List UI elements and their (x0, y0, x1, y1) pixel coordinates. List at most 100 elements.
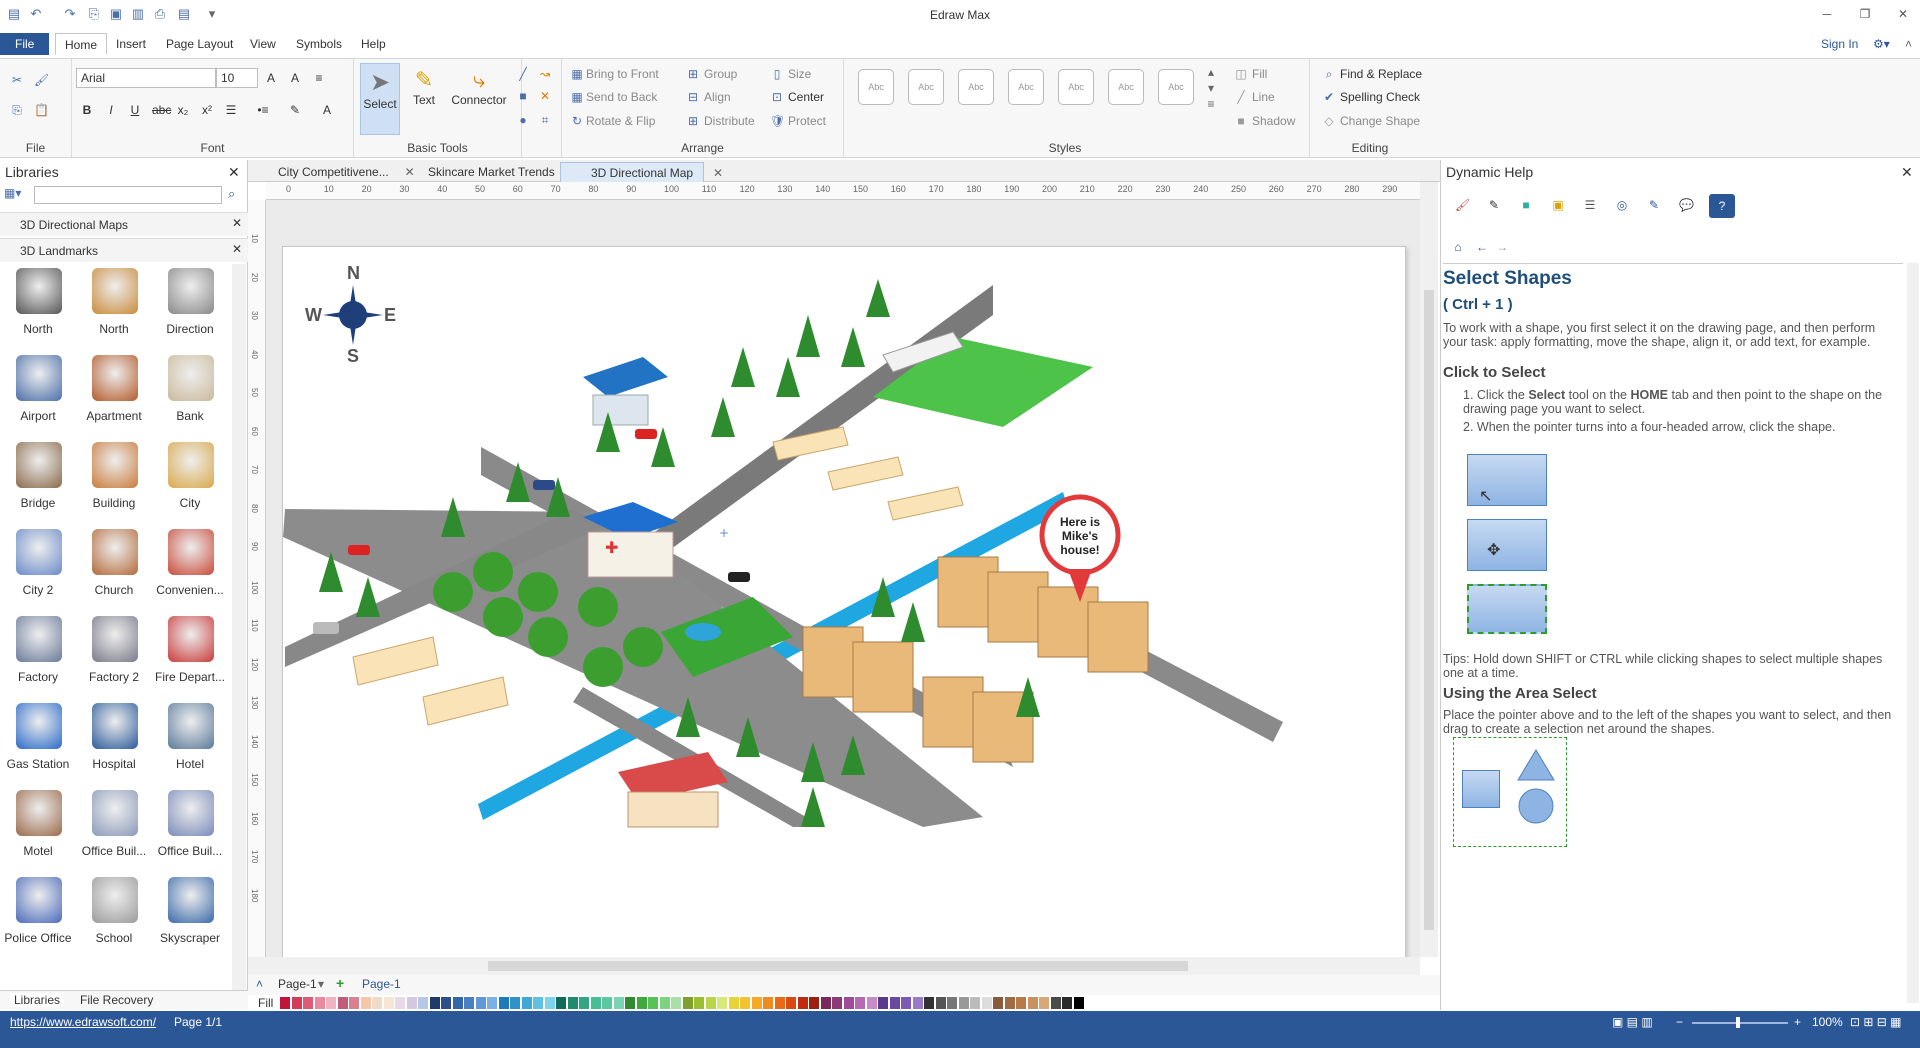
website-link[interactable]: https://www.edrawsoft.com/ (10, 1015, 156, 1029)
help-scrollbar[interactable] (1907, 263, 1919, 1003)
text-align-icon[interactable]: ≡ (312, 71, 326, 85)
page-dropdown-icon[interactable]: ▾ (318, 977, 324, 991)
vertical-scroll-thumb[interactable] (1424, 290, 1434, 930)
page-tab[interactable]: Page-1 (362, 977, 401, 991)
bold-icon[interactable]: B (80, 103, 94, 117)
spelling-check-button[interactable]: Spelling Check (1340, 90, 1420, 104)
curve-icon[interactable]: ↝ (538, 67, 552, 81)
library-shape[interactable]: Hospital (78, 699, 150, 785)
pencil-icon[interactable]: ✕ (538, 89, 552, 103)
doc-tab-city[interactable]: City Competitivene... ✕ (248, 162, 415, 182)
view-mode-icons[interactable]: ▣ ▤ ▥ (1612, 1015, 1653, 1029)
canvas-vertical-scrollbar[interactable] (1420, 182, 1438, 957)
zoom-in-icon[interactable]: + (1794, 1015, 1801, 1029)
color-swatch[interactable] (372, 997, 382, 1009)
page-icon[interactable]: ▣ (1551, 198, 1565, 212)
tab-libraries[interactable]: Libraries (10, 993, 65, 1007)
library-shape[interactable]: Building (78, 438, 150, 524)
collapse-ribbon-icon[interactable]: ˄ (1896, 33, 1920, 55)
zoom-slider-thumb[interactable] (1736, 1017, 1740, 1028)
zoom-out-icon[interactable]: − (1676, 1015, 1683, 1029)
library-shape[interactable]: Motel (2, 786, 74, 872)
change-shape-button[interactable]: Change Shape (1340, 114, 1420, 128)
tab-insert[interactable]: Insert (107, 33, 155, 55)
color-swatch[interactable] (855, 997, 865, 1009)
connector-tool-button[interactable]: ⤷ Connector (448, 63, 510, 135)
maximize-button[interactable]: ❐ (1850, 4, 1880, 24)
color-swatch[interactable] (682, 997, 693, 1009)
forward-icon[interactable]: → (1495, 240, 1509, 254)
color-swatch[interactable] (510, 997, 520, 1009)
notes-icon[interactable]: ✎ (1647, 198, 1661, 212)
style-preset-4[interactable]: Abc (1008, 69, 1044, 105)
tab-page-layout[interactable]: Page Layout (157, 33, 242, 55)
library-shape[interactable]: Direction (154, 264, 226, 350)
color-swatch[interactable] (303, 997, 313, 1009)
color-swatch[interactable] (878, 997, 888, 1009)
color-swatch[interactable] (395, 997, 405, 1009)
color-swatch[interactable] (797, 997, 808, 1009)
library-shape[interactable]: Bridge (2, 438, 74, 524)
library-shape[interactable]: City 2 (2, 525, 74, 611)
copy-icon[interactable]: ⎘ (10, 103, 24, 117)
home-icon[interactable]: ⌂ (1451, 240, 1465, 254)
color-swatch[interactable] (636, 997, 647, 1009)
color-swatch[interactable] (521, 997, 532, 1009)
style-preset-6[interactable]: Abc (1108, 69, 1144, 105)
color-swatch[interactable] (820, 997, 831, 1009)
color-swatch[interactable] (889, 997, 900, 1009)
line-spacing-icon[interactable]: ☰ (224, 103, 238, 117)
select-tool-button[interactable]: ➤ Select (360, 63, 400, 135)
color-swatch[interactable] (901, 997, 911, 1009)
color-swatch[interactable] (475, 997, 486, 1009)
library-shape[interactable]: Convenien... (154, 525, 226, 611)
subscript-icon[interactable]: x₂ (176, 103, 190, 117)
library-section-directional-maps[interactable]: 3D Directional Maps (0, 212, 248, 236)
tab-home[interactable]: Home (55, 33, 108, 55)
bullets-icon[interactable]: •≡ (256, 103, 270, 117)
style-preset-5[interactable]: Abc (1058, 69, 1094, 105)
comment-icon[interactable]: 💬 (1679, 198, 1694, 212)
back-icon[interactable]: ← (1475, 240, 1489, 254)
crop-icon[interactable]: ⌗ (538, 113, 552, 127)
page-list-icon[interactable]: ˄ (256, 977, 263, 991)
color-swatch[interactable] (326, 997, 336, 1009)
grow-font-icon[interactable]: A (264, 71, 278, 85)
document-icon[interactable]: ☰ (1583, 198, 1597, 212)
color-swatch[interactable] (970, 997, 980, 1009)
color-swatch[interactable] (314, 997, 325, 1009)
color-swatch[interactable] (533, 997, 543, 1009)
library-shape[interactable]: Skyscraper (154, 873, 226, 959)
color-swatch[interactable] (441, 997, 451, 1009)
help-icon[interactable]: ? (1709, 194, 1735, 218)
underline-icon[interactable]: U (128, 103, 142, 117)
library-shape[interactable]: City (154, 438, 226, 524)
color-swatch[interactable] (602, 997, 612, 1009)
color-swatch[interactable] (418, 997, 428, 1009)
close-section-icon[interactable]: ✕ (232, 216, 242, 230)
fill-button[interactable]: Fill (1252, 67, 1267, 81)
strikethrough-icon[interactable]: abc (152, 103, 171, 117)
tab-symbols[interactable]: Symbols (287, 33, 351, 55)
color-swatch[interactable] (1062, 997, 1072, 1009)
library-shape[interactable]: Office Buil... (154, 786, 226, 872)
font-color-icon[interactable]: A (320, 103, 334, 117)
color-icon[interactable]: ■ (1519, 198, 1533, 212)
library-shape[interactable]: North (2, 264, 74, 350)
color-swatch[interactable] (280, 997, 290, 1009)
color-swatch[interactable] (717, 997, 727, 1009)
shadow-button[interactable]: Shadow (1252, 114, 1295, 128)
color-swatch[interactable] (809, 997, 819, 1009)
color-swatch[interactable] (671, 997, 681, 1009)
rotate-flip-button[interactable]: Rotate & Flip (586, 114, 655, 128)
library-shape[interactable]: North (78, 264, 150, 350)
library-shape[interactable]: Factory 2 (78, 612, 150, 698)
color-swatch[interactable] (406, 997, 417, 1009)
style-preset-7[interactable]: Abc (1158, 69, 1194, 105)
doc-tab-skincare[interactable]: Skincare Market Trends✕ (398, 162, 581, 182)
paste-icon[interactable]: 📋 (34, 103, 49, 117)
library-shape[interactable]: Police Office (2, 873, 74, 959)
tab-view[interactable]: View (241, 33, 285, 55)
canvas-horizontal-scrollbar[interactable] (248, 957, 1420, 975)
color-swatch[interactable] (935, 997, 946, 1009)
